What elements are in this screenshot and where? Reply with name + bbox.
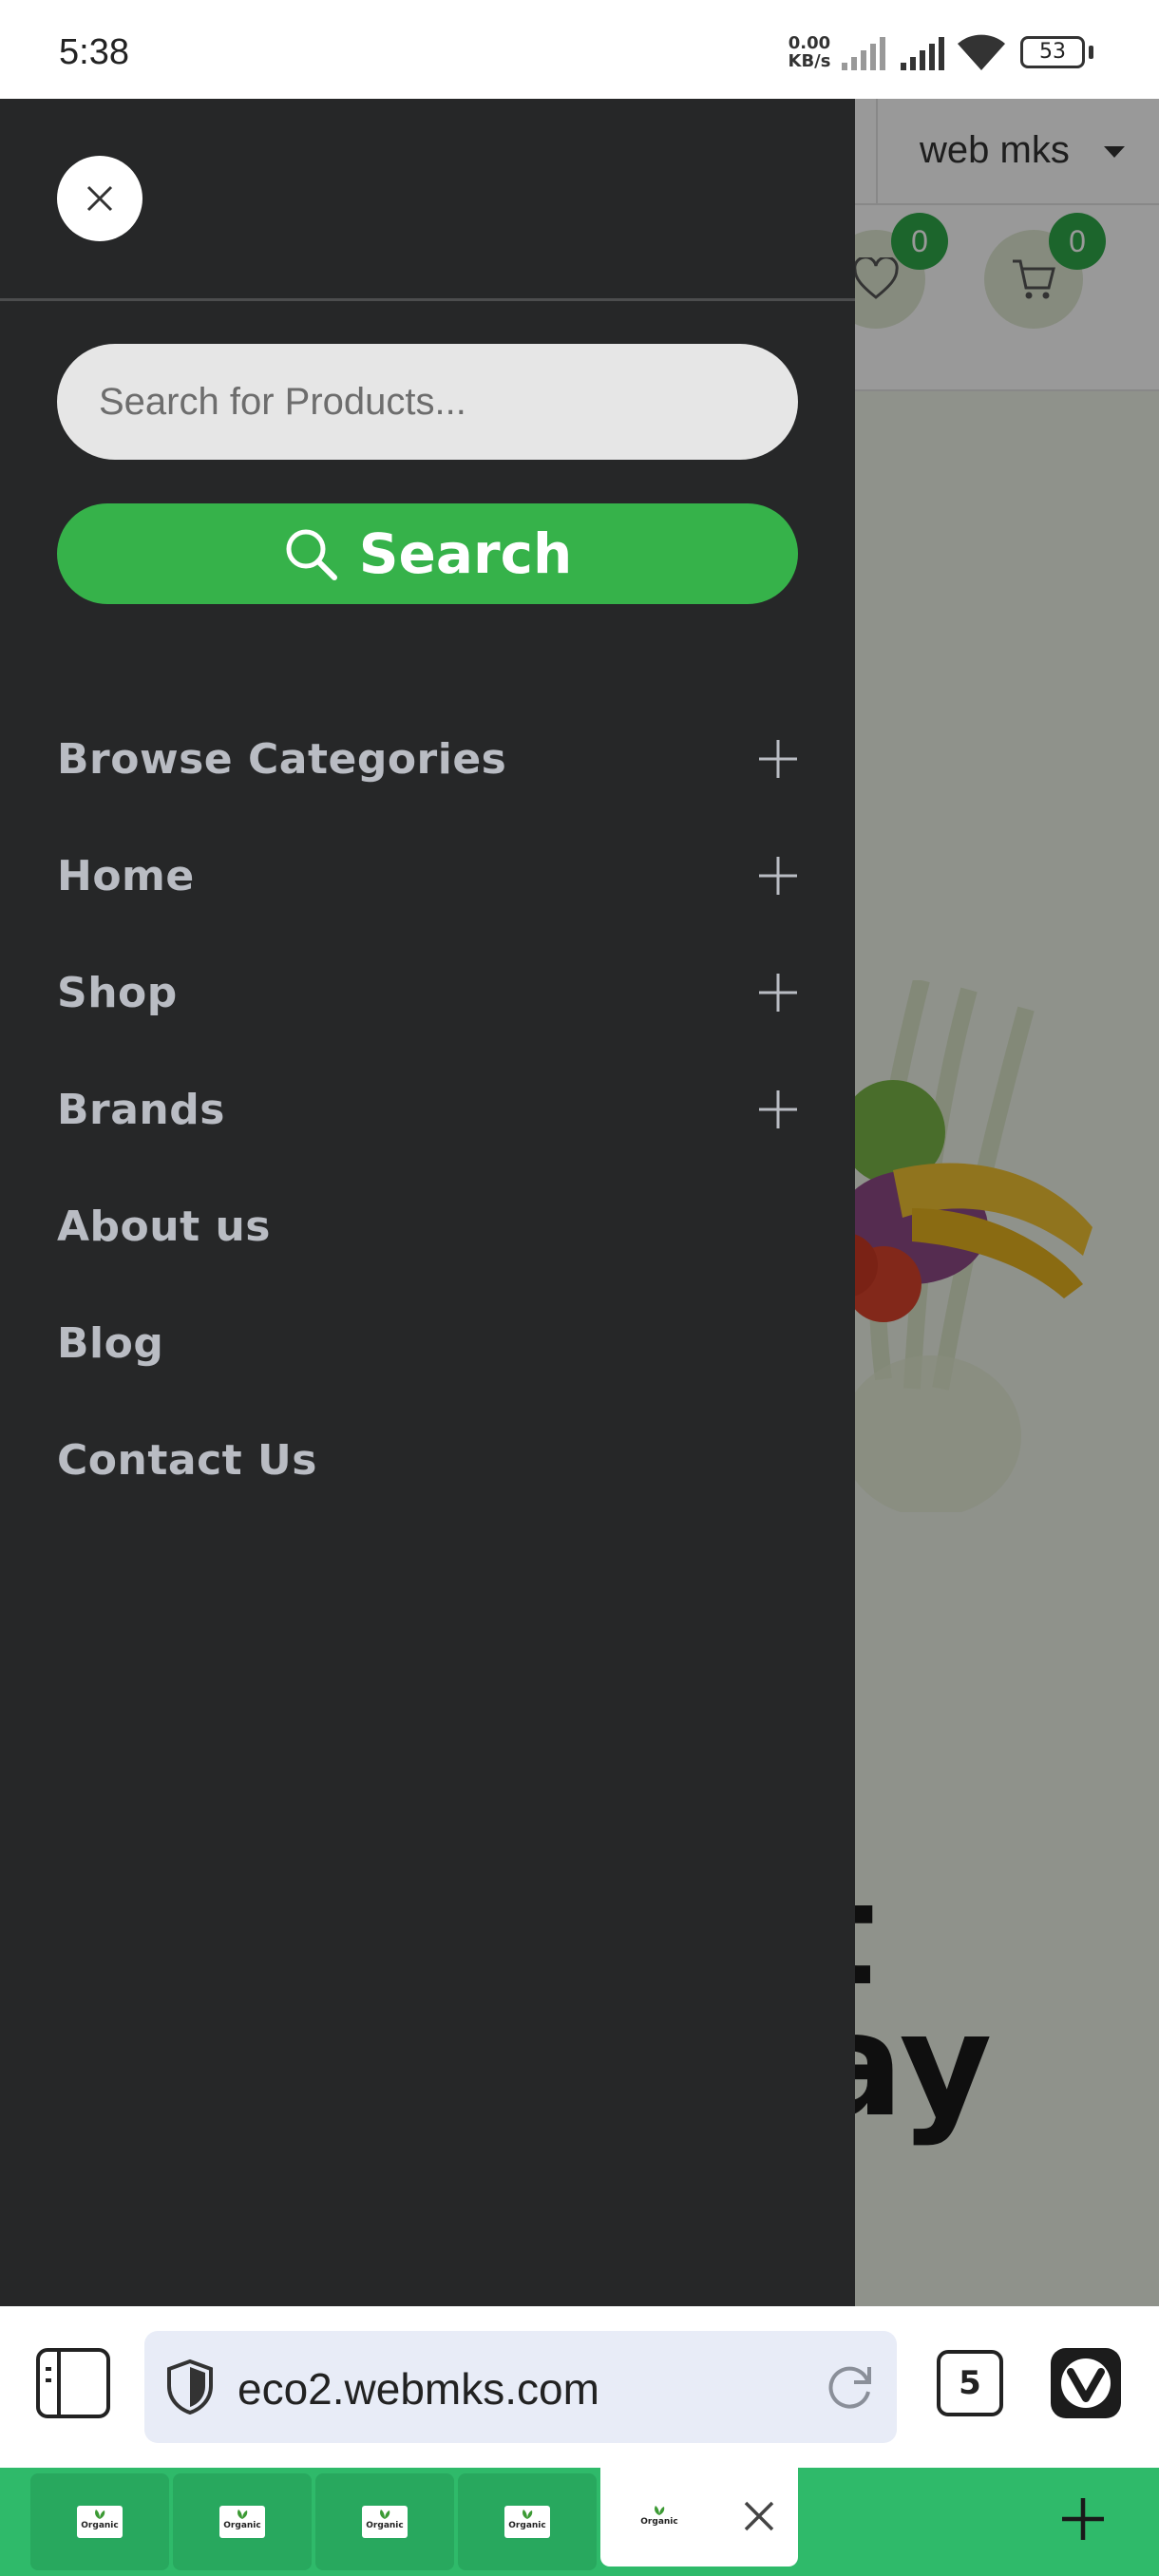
panel-icon — [57, 2348, 61, 2418]
search-button[interactable]: Search — [57, 503, 798, 604]
organic-favicon: Organic — [77, 2506, 123, 2538]
tab-strip: Organic Organic Organic Organic Organic — [0, 2468, 1159, 2576]
leaf-icon — [380, 2510, 390, 2519]
organic-favicon: Organic — [362, 2506, 408, 2538]
menu-item-browse-categories[interactable]: Browse Categories — [57, 716, 798, 802]
battery-nub — [1089, 46, 1093, 59]
vivaldi-logo — [1061, 2358, 1111, 2408]
favicon-text: Organic — [81, 2521, 119, 2530]
menu-item-brands[interactable]: Brands — [57, 1067, 798, 1152]
battery-icon: 53 — [1020, 36, 1085, 68]
plus-icon[interactable] — [758, 1089, 798, 1129]
menu-item-contact-us[interactable]: Contact Us — [57, 1417, 798, 1503]
favicon-text: Organic — [366, 2521, 404, 2530]
menu-item-label: Contact Us — [57, 1435, 317, 1485]
plus-icon[interactable] — [758, 973, 798, 1013]
menu-item-about-us[interactable]: About us — [57, 1184, 798, 1269]
vivaldi-menu-button[interactable] — [1051, 2348, 1121, 2418]
search-icon — [286, 529, 337, 580]
close-icon — [86, 185, 113, 212]
shield-icon[interactable] — [165, 2359, 215, 2415]
menu-item-label: Shop — [57, 968, 178, 1017]
signal-icon — [842, 37, 885, 70]
menu-item-blog[interactable]: Blog — [57, 1300, 798, 1386]
panel-icon-line — [46, 2378, 51, 2382]
panel-icon-line — [46, 2367, 51, 2371]
menu-item-home[interactable]: Home — [57, 833, 798, 919]
leaf-icon — [655, 2506, 665, 2515]
address-bar[interactable]: eco2.webmks.com — [144, 2331, 897, 2443]
side-drawer: Search Browse Categories Home Shop Brand… — [0, 99, 855, 2306]
browser-tab[interactable]: Organic — [30, 2473, 169, 2570]
new-tab-icon[interactable] — [1060, 2496, 1106, 2542]
network-speed-value: 0.00 — [788, 33, 831, 53]
menu-item-label: Brands — [57, 1085, 225, 1134]
organic-favicon: Organic — [504, 2506, 550, 2538]
close-button[interactable] — [57, 156, 142, 241]
browser-tab[interactable]: Organic — [173, 2473, 312, 2570]
organic-favicon: Organic — [219, 2506, 265, 2538]
status-bar: 5:38 0.00 KB/s 53 — [0, 0, 1159, 99]
plus-icon[interactable] — [758, 856, 798, 896]
favicon-text: Organic — [640, 2517, 678, 2527]
favicon-text: Organic — [223, 2521, 261, 2530]
menu-item-label: Browse Categories — [57, 734, 507, 784]
search-button-label: Search — [358, 521, 573, 586]
menu-item-label: About us — [57, 1202, 271, 1251]
menu-item-label: Home — [57, 851, 195, 900]
reload-icon[interactable] — [825, 2361, 876, 2413]
network-speed-unit: KB/s — [788, 51, 831, 71]
drawer-divider — [0, 298, 855, 301]
plus-icon[interactable] — [758, 739, 798, 779]
leaf-icon — [95, 2510, 105, 2519]
organic-favicon: Organic — [636, 2502, 682, 2534]
wifi-icon — [958, 34, 1005, 70]
browser-tab-active[interactable]: Organic — [600, 2468, 798, 2567]
leaf-icon — [522, 2510, 533, 2519]
browser-tab[interactable]: Organic — [315, 2473, 454, 2570]
status-time: 5:38 — [59, 32, 129, 72]
network-speed: 0.00 KB/s — [785, 34, 834, 70]
tab-count-button[interactable]: 5 — [937, 2350, 1003, 2416]
browser-toolbar: eco2.webmks.com 5 — [0, 2306, 1159, 2468]
signal-icon — [901, 37, 944, 70]
favicon-text: Organic — [508, 2521, 546, 2530]
url-text: eco2.webmks.com — [238, 2364, 599, 2414]
browser-tab[interactable]: Organic — [458, 2473, 597, 2570]
search-input[interactable] — [57, 344, 798, 460]
leaf-icon — [238, 2510, 248, 2519]
close-tab-icon[interactable] — [743, 2500, 775, 2532]
menu-item-label: Blog — [57, 1318, 164, 1368]
panel-toggle-button[interactable] — [36, 2348, 110, 2418]
menu-item-shop[interactable]: Shop — [57, 950, 798, 1035]
